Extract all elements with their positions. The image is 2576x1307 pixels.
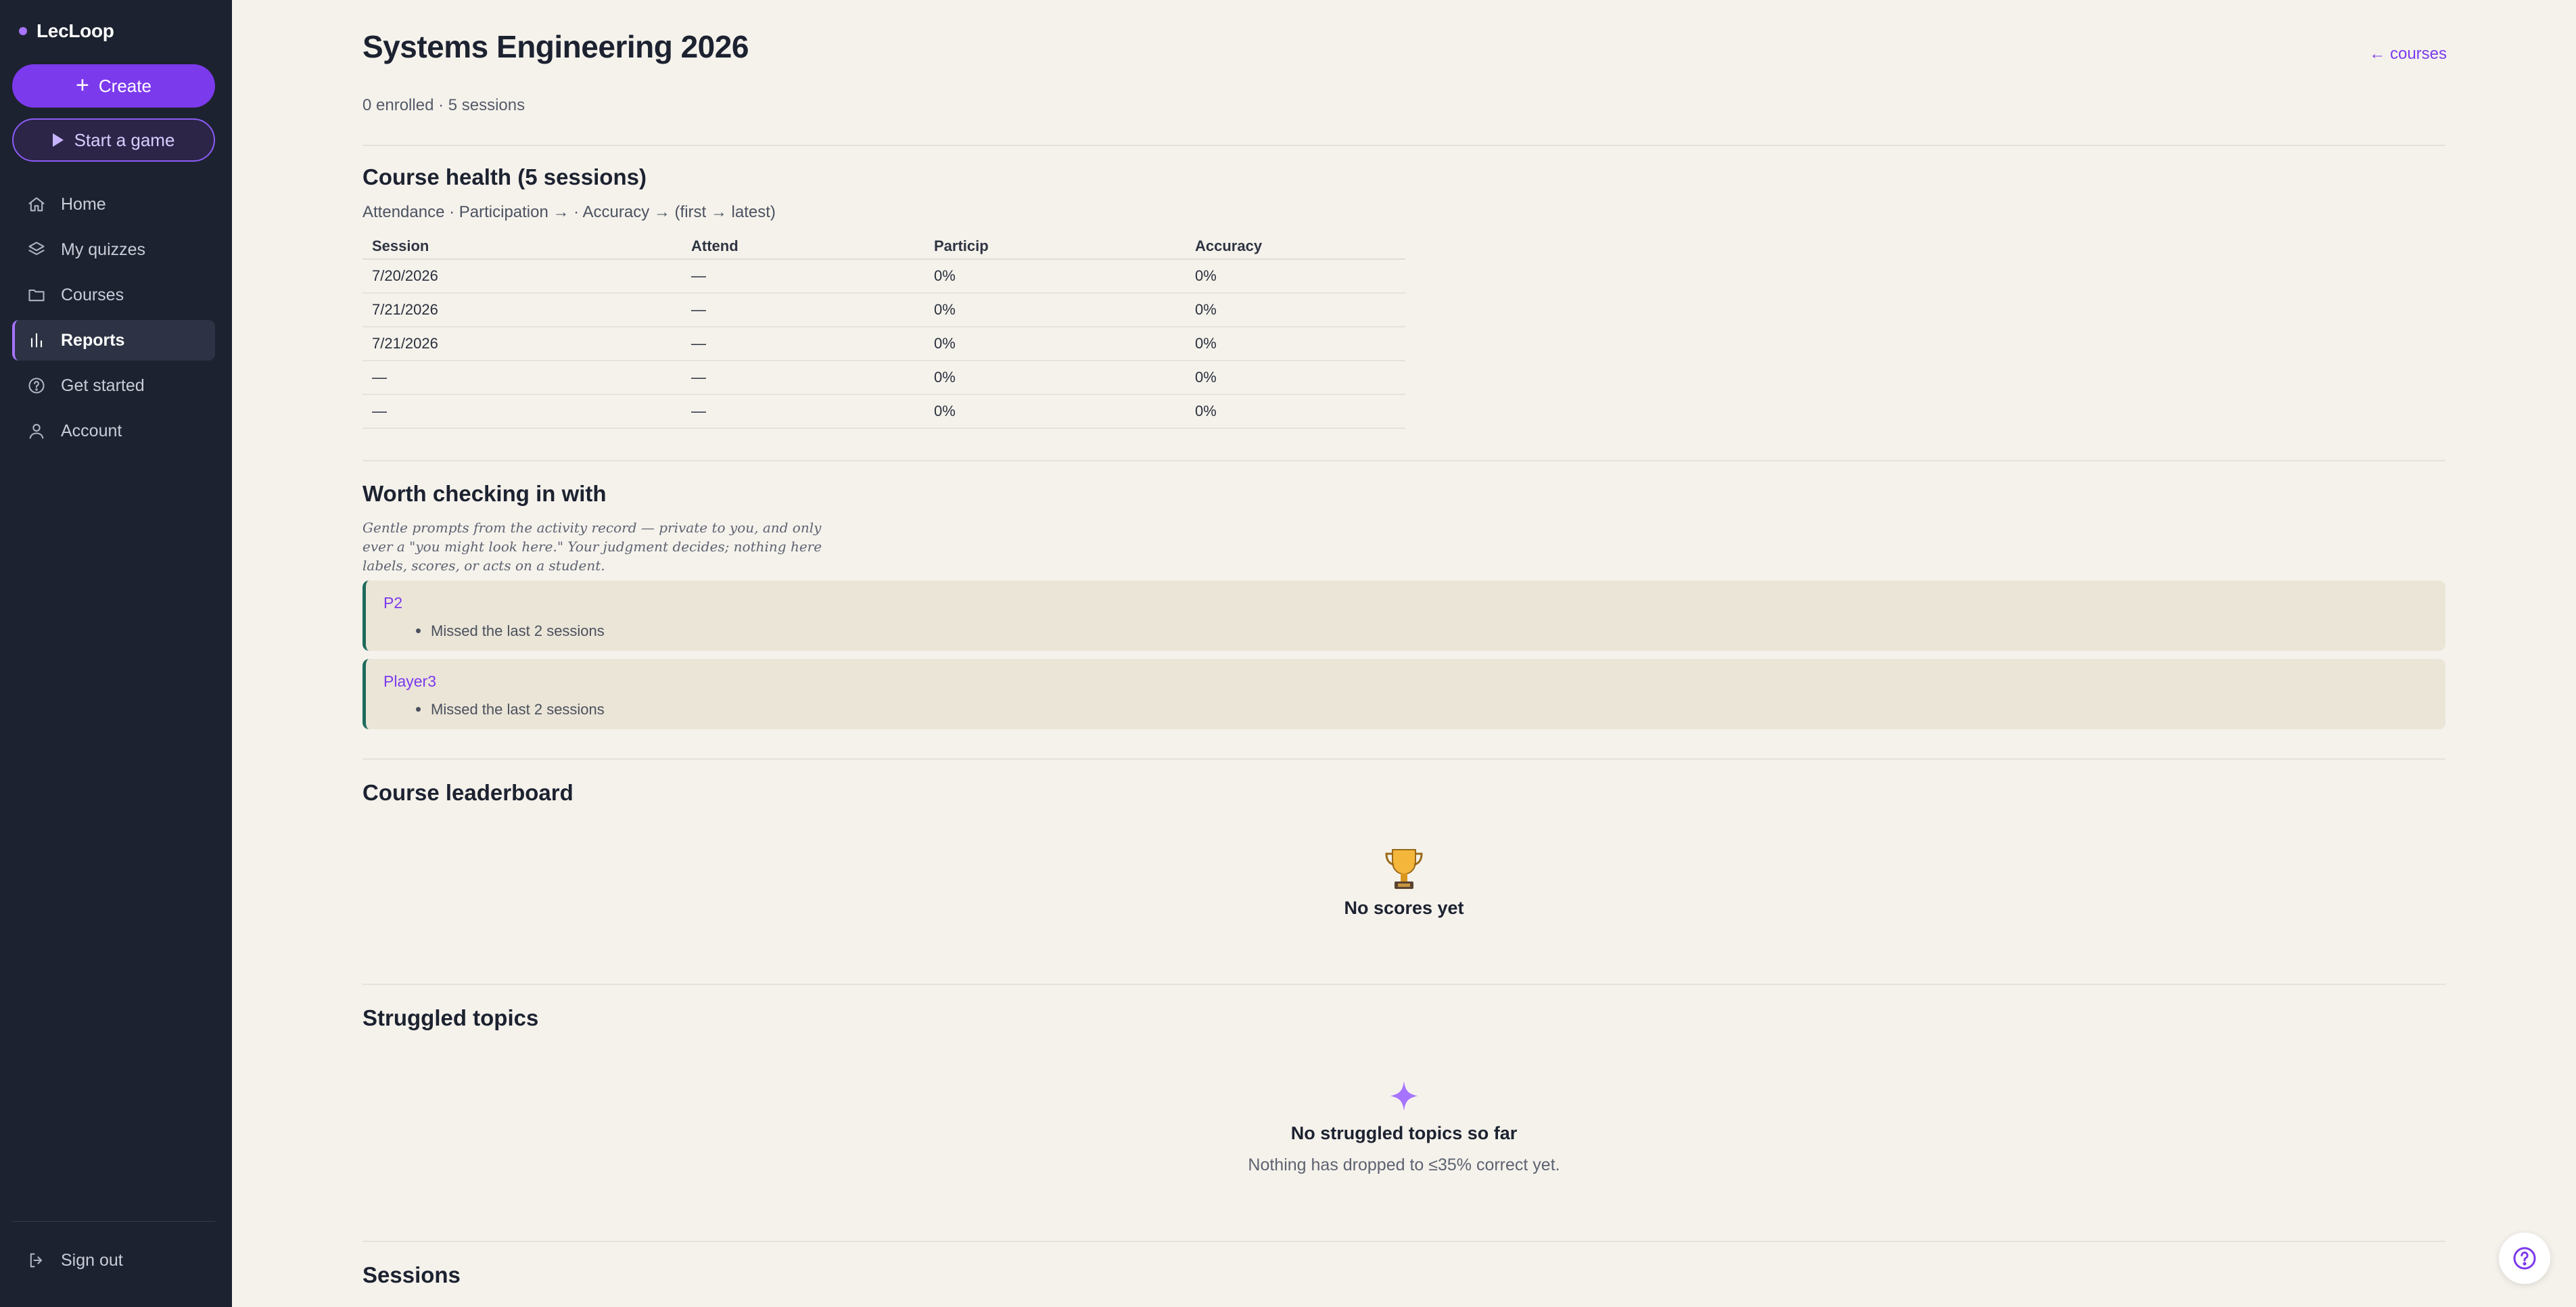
sidebar-item-label: My quizzes (61, 239, 146, 259)
table-row: — — 0% 0% (362, 361, 1405, 395)
brand-name: LecLoop (37, 20, 114, 41)
bar-chart-icon (30, 333, 43, 348)
checkin-card: P2 Missed the last 2 sessions (362, 580, 2445, 651)
question-circle-icon (2513, 1247, 2536, 1270)
course-health-table: Session Attend Particip Accuracy 7/20/20… (362, 234, 1405, 429)
cell-session: 7/21/2026 (362, 293, 682, 327)
cell-session: 7/20/2026 (362, 259, 682, 294)
back-to-courses-link[interactable]: ← courses (2369, 45, 2447, 64)
cell-accuracy: 0% (1186, 361, 1405, 395)
section-divider (362, 1241, 2445, 1242)
checkin-reason: Missed the last 2 sessions (416, 622, 605, 640)
sidebar-item-account[interactable]: Account (12, 411, 215, 451)
checkin-reason-text: Missed the last 2 sessions (431, 622, 605, 639)
table-row: 7/21/2026 — 0% 0% (362, 327, 1405, 361)
cell-particip: 0% (924, 327, 1186, 361)
section-divider (362, 460, 2445, 461)
student-link-player3[interactable]: Player3 (383, 672, 436, 691)
sidebar-item-my-quizzes[interactable]: My quizzes (12, 229, 215, 270)
folder-icon (28, 289, 45, 302)
layers-icon (28, 242, 45, 256)
home-icon (28, 197, 45, 212)
sidebar-item-label: Get started (61, 375, 145, 395)
sidebar-item-label: Courses (61, 285, 124, 304)
leaderboard-empty-title: No scores yet (1344, 898, 1464, 918)
table-row: 7/20/2026 — 0% 0% (362, 259, 1405, 294)
bullet-icon (416, 628, 421, 633)
user-icon (29, 423, 44, 439)
column-header-session: Session (362, 234, 682, 260)
table-header-row: Session Attend Particip Accuracy (362, 234, 1405, 260)
sign-out-label: Sign out (61, 1250, 123, 1270)
cell-particip: 0% (924, 293, 1186, 327)
cell-accuracy: 0% (1186, 394, 1405, 429)
table-row: 7/21/2026 — 0% 0% (362, 293, 1405, 327)
struggled-empty-title: No struggled topics so far (1290, 1123, 1518, 1143)
cell-session: 7/21/2026 (362, 327, 682, 361)
checkin-card: Player3 Missed the last 2 sessions (362, 659, 2445, 729)
table-row: — — 0% 0% (362, 394, 1405, 429)
cell-particip: 0% (924, 259, 1186, 294)
checkin-title: Worth checking in with (362, 481, 607, 506)
create-button[interactable]: + Create (12, 64, 215, 108)
sidebar-item-reports[interactable]: Reports (12, 320, 215, 361)
course-summary: 0 enrolled · 5 sessions (362, 96, 525, 114)
checkin-note: Gentle prompts from the activity record … (362, 520, 822, 574)
sessions-title: Sessions (362, 1262, 461, 1287)
checkin-reason-text: Missed the last 2 sessions (431, 701, 605, 718)
cell-session: — (362, 361, 682, 395)
plus-icon: + (76, 72, 89, 98)
page-title: Systems Engineering 2026 (362, 29, 749, 64)
cell-attend: — (682, 259, 924, 294)
trophy-icon (362, 847, 2445, 895)
start-game-button-label: Start a game (74, 129, 175, 150)
cell-accuracy: 0% (1186, 259, 1405, 294)
sidebar-item-label: Reports (61, 330, 125, 350)
sidebar-item-label: Account (61, 421, 122, 440)
student-link-p2[interactable]: P2 (383, 594, 402, 612)
play-icon (52, 133, 64, 147)
section-divider (362, 984, 2445, 985)
cell-attend: — (682, 361, 924, 395)
sidebar-item-label: Home (61, 194, 106, 214)
section-divider (362, 758, 2445, 760)
leaderboard-title: Course leaderboard (362, 780, 573, 805)
course-health-subtitle: Attendance · Participation → · Accuracy … (362, 203, 776, 221)
sidebar-item-get-started[interactable]: Get started (12, 365, 215, 406)
section-divider (362, 145, 2445, 146)
sparkle-icon (362, 1081, 2445, 1114)
log-out-icon (30, 1253, 43, 1268)
column-header-particip: Particip (924, 234, 1186, 260)
brand[interactable]: LecLoop (19, 20, 114, 42)
sidebar-nav: Home My quizzes Courses Reports Get star… (12, 184, 215, 456)
struggled-topics-title: Struggled topics (362, 1005, 539, 1030)
sidebar-divider (12, 1221, 215, 1222)
cell-attend: — (682, 394, 924, 429)
course-health-title: Course health (5 sessions) (362, 164, 647, 189)
sidebar: LecLoop + Create Start a game Home My qu… (0, 0, 232, 1307)
struggled-empty-subtitle: Nothing has dropped to ≤35% correct yet. (1248, 1155, 1560, 1174)
sidebar-item-courses[interactable]: Courses (12, 275, 215, 315)
column-header-accuracy: Accuracy (1186, 234, 1405, 260)
cell-attend: — (682, 327, 924, 361)
cell-particip: 0% (924, 361, 1186, 395)
checkin-reason: Missed the last 2 sessions (416, 701, 605, 718)
sign-out-button[interactable]: Sign out (12, 1240, 215, 1281)
cell-particip: 0% (924, 394, 1186, 429)
start-game-button[interactable]: Start a game (12, 118, 215, 162)
brand-dot-icon (19, 27, 27, 35)
create-button-label: Create (98, 75, 151, 96)
bullet-icon (416, 707, 421, 712)
cell-session: — (362, 394, 682, 429)
column-header-attend: Attend (682, 234, 924, 260)
help-button[interactable] (2499, 1233, 2550, 1284)
cell-accuracy: 0% (1186, 327, 1405, 361)
help-circle-icon (28, 377, 45, 394)
sidebar-item-home[interactable]: Home (12, 184, 215, 225)
cell-attend: — (682, 293, 924, 327)
cell-accuracy: 0% (1186, 293, 1405, 327)
